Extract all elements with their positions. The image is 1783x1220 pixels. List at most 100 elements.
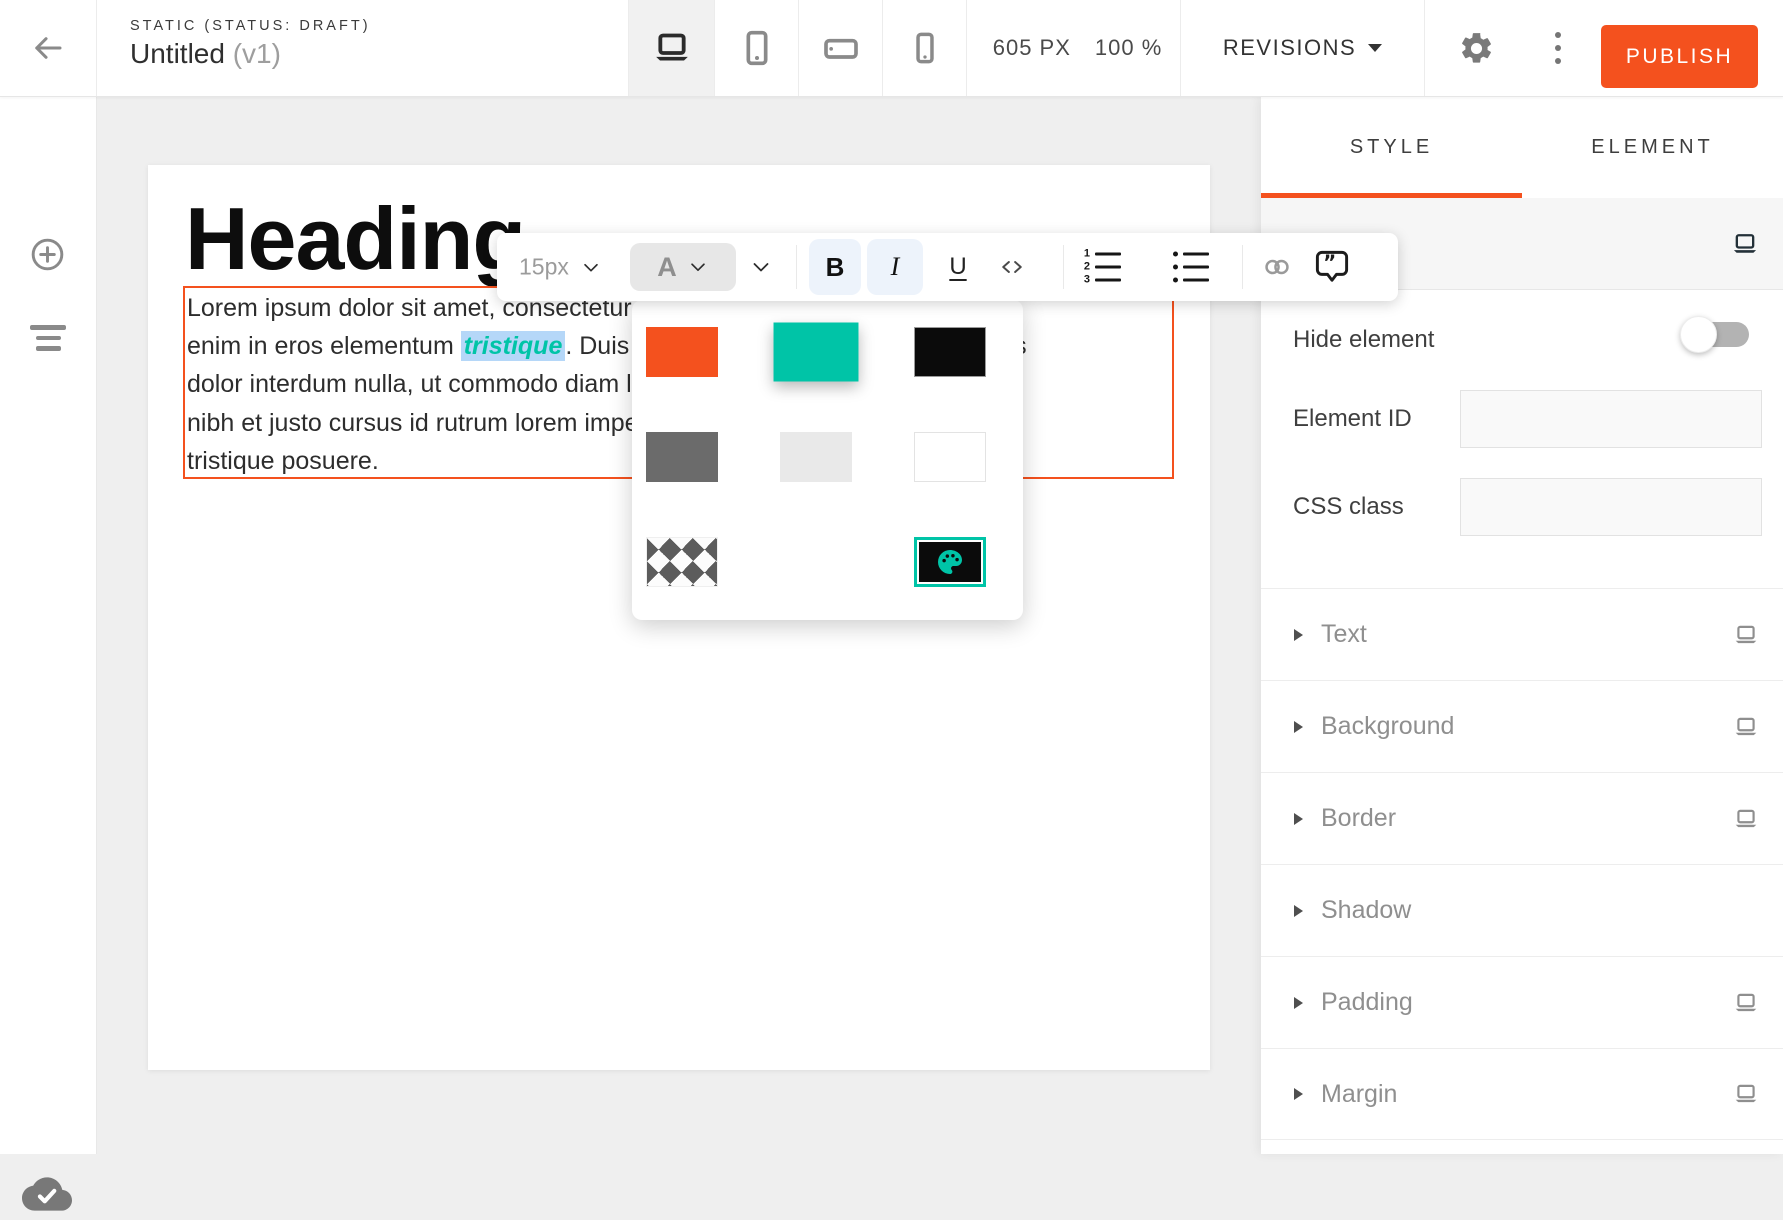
add-element-button[interactable] (29, 236, 66, 278)
color-picker-popover (632, 300, 1023, 620)
section-border[interactable]: Border (1261, 772, 1783, 864)
laptop-icon[interactable] (1733, 714, 1759, 740)
element-id-label: Element ID (1293, 405, 1412, 433)
settings-button[interactable] (1448, 0, 1504, 96)
svg-text:”: ” (1323, 250, 1336, 274)
chevron-right-icon (1294, 813, 1303, 825)
section-text[interactable]: Text (1261, 588, 1783, 680)
cloud-check-icon (22, 1173, 72, 1215)
topbar-divider (1424, 0, 1425, 96)
panel-tab-bar: STYLE ELEMENT (1261, 97, 1783, 198)
unordered-list-button[interactable] (1173, 250, 1209, 285)
swatch-black[interactable] (914, 327, 986, 377)
layers-button[interactable] (30, 325, 66, 351)
code-icon (997, 252, 1027, 282)
document-version: (v1) (233, 38, 281, 69)
css-class-label: CSS class (1293, 493, 1404, 521)
ordered-list-button[interactable]: 1 2 3 (1082, 250, 1121, 285)
element-id-input[interactable] (1460, 390, 1762, 448)
canvas-width-value: 605 PX (993, 35, 1071, 61)
swatch-custom-color[interactable] (914, 537, 986, 587)
swatch-light-gray[interactable] (780, 432, 852, 482)
toggle-knob (1680, 316, 1717, 353)
hide-element-row: Hide element (1261, 315, 1783, 365)
device-phone-button[interactable] (883, 0, 967, 96)
chevron-right-icon (1294, 1088, 1303, 1100)
css-class-input[interactable] (1460, 478, 1762, 536)
gear-icon (1458, 30, 1495, 67)
tab-element[interactable]: ELEMENT (1522, 97, 1783, 198)
laptop-icon[interactable] (1733, 1081, 1759, 1107)
italic-button[interactable]: I (867, 239, 923, 295)
swatch-orange[interactable] (646, 327, 718, 377)
plus-circle-icon (29, 236, 66, 273)
chevron-down-icon (687, 256, 709, 278)
saved-status-indicator (22, 1173, 72, 1220)
left-rail (0, 97, 97, 1154)
tooltip-quote-button[interactable]: ” (1311, 247, 1353, 287)
tablet-icon (737, 28, 777, 68)
underline-button[interactable]: U (941, 253, 975, 281)
more-options-button[interactable] (1536, 0, 1580, 96)
laptop-icon[interactable] (1733, 806, 1759, 832)
link-button[interactable] (1260, 252, 1294, 282)
back-button[interactable] (0, 0, 97, 96)
highlighted-word[interactable]: tristique (461, 331, 566, 361)
hide-element-toggle[interactable] (1689, 322, 1749, 347)
section-background[interactable]: Background (1261, 680, 1783, 772)
chevron-right-icon (1294, 905, 1303, 917)
page-editor: STATIC (STATUS: DRAFT) Untitled (v1) (0, 0, 1783, 1154)
swatch-white[interactable] (914, 432, 986, 482)
laptop-icon[interactable] (1733, 622, 1759, 648)
page-heading[interactable]: Heading (185, 195, 525, 283)
style-accordion: Text Background Border (1261, 588, 1783, 1140)
swatch-dark-gray[interactable] (646, 432, 718, 482)
link-icon (1260, 252, 1294, 282)
toolbar-divider (1063, 245, 1064, 289)
canvas-zoom-value: 100 % (1095, 35, 1162, 61)
palette-icon (934, 546, 966, 578)
section-shadow[interactable]: Shadow (1261, 864, 1783, 956)
font-size-dropdown[interactable]: 15px (519, 254, 602, 281)
chevron-down-icon (580, 256, 602, 278)
arrow-left-icon (30, 30, 66, 66)
section-margin[interactable]: Margin (1261, 1048, 1783, 1140)
laptop-icon[interactable] (1733, 990, 1759, 1016)
swatch-transparent[interactable] (646, 537, 718, 587)
laptop-icon[interactable] (1731, 230, 1759, 258)
document-title-block: STATIC (STATUS: DRAFT) Untitled (v1) (130, 18, 371, 70)
device-phone-landscape-button[interactable] (799, 0, 883, 96)
tab-style[interactable]: STYLE (1261, 97, 1522, 198)
revisions-dropdown[interactable]: REVISIONS (1200, 0, 1405, 96)
device-tablet-button[interactable] (715, 0, 799, 96)
device-laptop-button[interactable] (628, 0, 715, 96)
section-padding[interactable]: Padding (1261, 956, 1783, 1048)
topbar-divider (1180, 0, 1181, 96)
bold-button[interactable]: B (809, 239, 861, 295)
toolbar-divider (796, 245, 797, 289)
kebab-menu-icon (1555, 32, 1561, 64)
phone-portrait-icon (906, 29, 944, 67)
chevron-right-icon (1294, 997, 1303, 1009)
phone-landscape-icon (821, 28, 861, 68)
chevron-right-icon (1294, 721, 1303, 733)
swatch-empty-slot (780, 537, 852, 587)
laptop-icon (652, 28, 692, 68)
code-button[interactable] (997, 252, 1027, 282)
top-bar: STATIC (STATUS: DRAFT) Untitled (v1) (0, 0, 1783, 97)
toolbar-divider (1242, 245, 1243, 289)
caret-down-icon (1368, 44, 1382, 52)
device-preview-switcher (628, 0, 967, 96)
publish-button[interactable]: PUBLISH (1601, 25, 1758, 88)
element-id-row: Element ID (1261, 390, 1783, 448)
quote-bubble-icon: ” (1311, 247, 1353, 287)
hide-element-label: Hide element (1293, 326, 1434, 354)
document-status: STATIC (STATUS: DRAFT) (130, 18, 371, 34)
document-title: Untitled (v1) (130, 38, 371, 70)
css-class-row: CSS class (1261, 478, 1783, 536)
more-format-dropdown[interactable] (749, 255, 773, 279)
swatch-teal[interactable] (774, 323, 859, 382)
canvas-size-readout: 605 PX 100 % (990, 0, 1165, 96)
text-color-button[interactable]: A (630, 243, 736, 291)
chevron-down-icon (749, 255, 773, 279)
